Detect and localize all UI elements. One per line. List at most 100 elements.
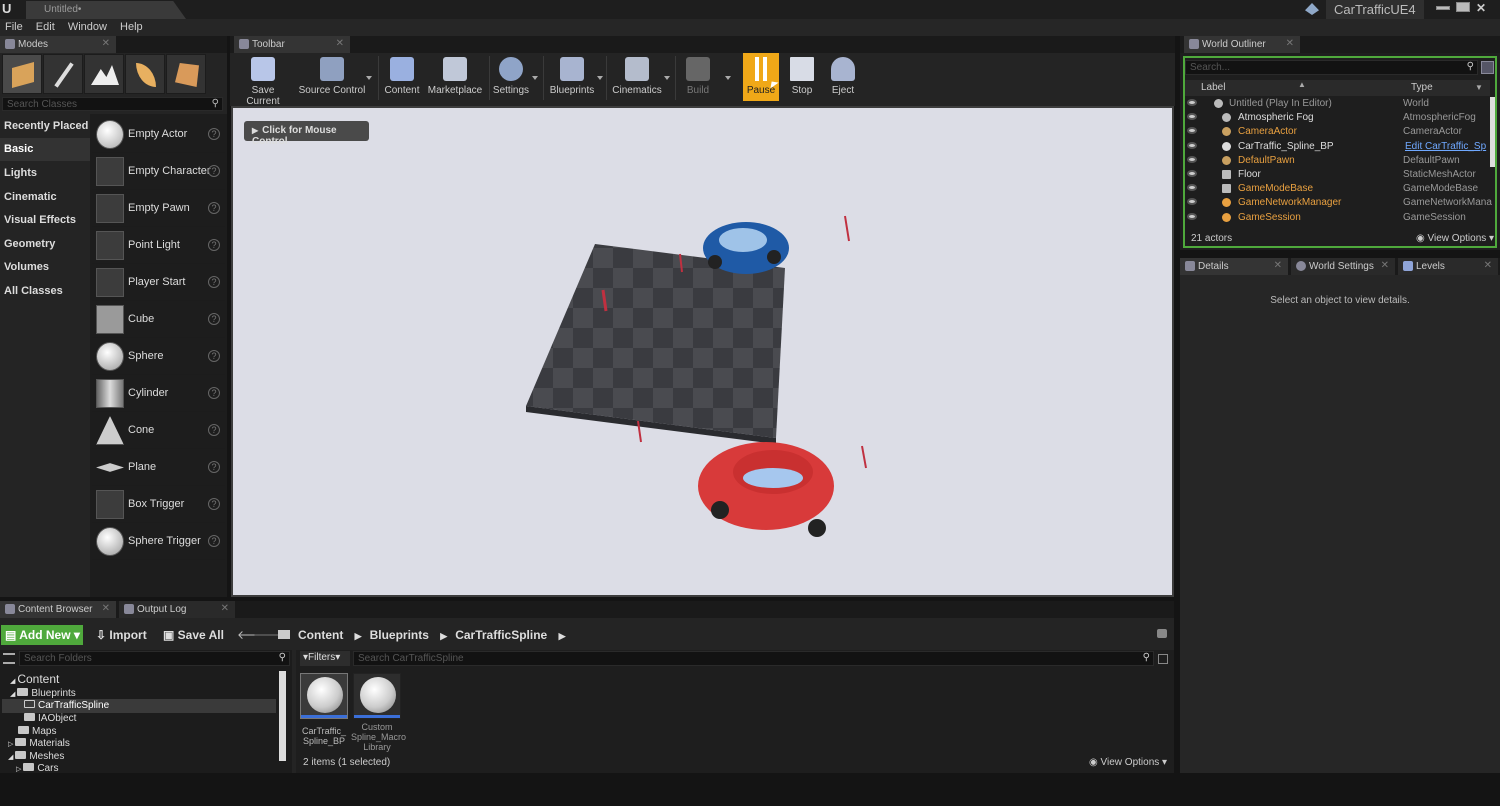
place-item-sphere[interactable]: Sphere? (92, 339, 225, 375)
folder-materials[interactable]: ▷ Materials (8, 738, 70, 749)
chevron-right-icon[interactable]: ▶ (355, 631, 362, 641)
mode-geometry-button[interactable] (166, 54, 206, 94)
source-control-button[interactable]: Source Control (298, 53, 366, 101)
close-icon[interactable]: ✕ (336, 38, 344, 49)
chevron-down-icon[interactable]: ▼ (1475, 83, 1483, 92)
tab-world-settings[interactable]: World Settings ✕ (1291, 258, 1395, 275)
mouse-control-hint[interactable]: ▶ Click for Mouse Control (244, 121, 369, 147)
marketplace-button[interactable]: Marketplace (427, 53, 483, 101)
close-icon[interactable]: ✕ (1476, 1, 1486, 15)
outliner-row-camera-actor[interactable]: CameraActor CameraActor (1184, 125, 1490, 139)
help-icon[interactable]: ? (208, 313, 220, 325)
minimize-icon[interactable] (1436, 6, 1450, 10)
visibility-eye-icon[interactable] (1187, 142, 1197, 149)
document-tab[interactable]: Untitled• (26, 1, 186, 19)
help-icon[interactable]: ? (208, 276, 220, 288)
place-item-empty-character[interactable]: Empty Character? (92, 154, 225, 190)
outliner-row-game-mode-base[interactable]: GameModeBase GameModeBase (1184, 182, 1490, 196)
folder-cars[interactable]: ▷ Cars (16, 763, 58, 774)
place-item-cone[interactable]: Cone? (92, 413, 225, 449)
chevron-right-icon[interactable]: ▶ (440, 631, 447, 641)
maximize-icon[interactable] (1456, 2, 1470, 12)
category-recently-placed[interactable]: Recently Placed (0, 115, 90, 138)
tab-details[interactable]: Details ✕ (1180, 258, 1288, 275)
pause-button[interactable]: Pause (743, 53, 779, 101)
red-car[interactable] (698, 442, 834, 537)
spline-point-marker[interactable] (861, 445, 867, 469)
outliner-search-input[interactable]: Search... ⚲ (1185, 60, 1478, 75)
build-button[interactable]: Build (680, 53, 716, 101)
category-volumes[interactable]: Volumes (0, 256, 90, 279)
stop-button[interactable]: Stop (784, 53, 820, 101)
edit-blueprint-link[interactable]: Edit CarTraffic_Sp (1405, 141, 1486, 152)
asset-tile-cartraffic-spline-bp[interactable] (300, 673, 348, 719)
lock-icon[interactable] (1157, 629, 1167, 638)
search-classes-input[interactable]: Search Classes ⚲ (2, 97, 223, 111)
close-icon[interactable]: ✕ (102, 603, 110, 614)
help-icon[interactable]: ? (208, 424, 220, 436)
blueprints-button[interactable]: Blueprints (548, 53, 596, 101)
help-icon[interactable]: ? (208, 535, 220, 547)
chevron-down-icon[interactable] (664, 76, 670, 80)
folder-content[interactable]: ◢ Content (10, 672, 59, 686)
breadcrumb-cartrafficspline[interactable]: CarTrafficSpline (455, 628, 547, 642)
help-icon[interactable]: ? (208, 498, 220, 510)
filters-button[interactable]: ▾Filters▾ (300, 651, 350, 666)
place-item-cube[interactable]: Cube? (92, 302, 225, 338)
save-current-button[interactable]: Save Current (234, 53, 292, 107)
visibility-eye-icon[interactable] (1187, 113, 1197, 120)
place-item-sphere-trigger[interactable]: Sphere Trigger? (92, 524, 225, 560)
visibility-eye-icon[interactable] (1187, 156, 1197, 163)
outliner-row-default-pawn[interactable]: DefaultPawn DefaultPawn (1184, 154, 1490, 168)
outliner-row-floor[interactable]: Floor StaticMeshActor (1184, 168, 1490, 182)
menu-file[interactable]: File (0, 19, 28, 35)
asset-tile-custom-spline-macro-library[interactable] (353, 673, 401, 719)
category-all-classes[interactable]: All Classes (0, 280, 90, 303)
eject-button[interactable]: Eject (825, 53, 861, 101)
outliner-row-game-session[interactable]: GameSession GameSession (1184, 211, 1490, 225)
place-item-box-trigger[interactable]: Box Trigger? (92, 487, 225, 523)
help-icon[interactable]: ? (208, 202, 220, 214)
close-icon[interactable]: ✕ (102, 38, 110, 49)
category-cinematic[interactable]: Cinematic (0, 186, 90, 209)
tab-content-browser[interactable]: Content Browser ✕ (0, 601, 116, 618)
content-view-options[interactable]: ◉ View Options ▾ (1089, 757, 1167, 768)
mode-landscape-button[interactable] (84, 54, 124, 94)
close-icon[interactable]: ✕ (221, 603, 229, 614)
tab-toolbar[interactable]: Toolbar ✕ (234, 36, 350, 53)
visibility-eye-icon[interactable] (1187, 198, 1197, 205)
category-visual-effects[interactable]: Visual Effects (0, 209, 90, 232)
checker-floor[interactable] (526, 244, 785, 444)
chevron-down-icon[interactable] (366, 76, 372, 80)
category-basic[interactable]: Basic (0, 138, 90, 161)
blue-car[interactable] (703, 222, 789, 274)
visibility-eye-icon[interactable] (1187, 127, 1197, 134)
close-icon[interactable]: ✕ (1381, 260, 1389, 271)
visibility-eye-icon[interactable] (1187, 170, 1197, 177)
add-filter-icon[interactable] (1481, 61, 1494, 74)
tab-output-log[interactable]: Output Log ✕ (119, 601, 235, 618)
visibility-eye-icon[interactable] (1187, 99, 1197, 106)
breadcrumb-blueprints[interactable]: Blueprints (370, 628, 429, 642)
content-button[interactable]: Content (383, 53, 421, 101)
help-icon[interactable]: ? (208, 350, 220, 362)
tab-modes[interactable]: Modes ✕ (0, 36, 116, 53)
menu-window[interactable]: Window (63, 19, 112, 35)
search-assets-input[interactable]: Search CarTrafficSpline ⚲ (353, 651, 1154, 666)
chevron-down-icon[interactable] (597, 76, 603, 80)
import-button[interactable]: ⇩ Import (92, 625, 152, 645)
folder-tree-scrollbar[interactable] (279, 671, 286, 761)
outliner-row-atmospheric-fog[interactable]: Atmospheric Fog AtmosphericFog (1184, 111, 1490, 125)
folder-iaobject[interactable]: IAObject (24, 713, 76, 724)
settings-button[interactable]: Settings (492, 53, 530, 101)
chevron-down-icon[interactable] (532, 76, 538, 80)
close-icon[interactable]: ✕ (1274, 260, 1282, 271)
help-icon[interactable]: ? (208, 239, 220, 251)
chevron-down-icon[interactable] (725, 76, 731, 80)
add-new-button[interactable]: ▤ Add New ▾ (1, 625, 83, 645)
mode-place-button[interactable] (2, 54, 42, 94)
outliner-row-world[interactable]: Untitled (Play In Editor) World (1184, 97, 1490, 111)
cinematics-button[interactable]: Cinematics (610, 53, 664, 101)
search-folders-input[interactable]: Search Folders ⚲ (19, 651, 290, 666)
place-item-player-start[interactable]: Player Start? (92, 265, 225, 301)
